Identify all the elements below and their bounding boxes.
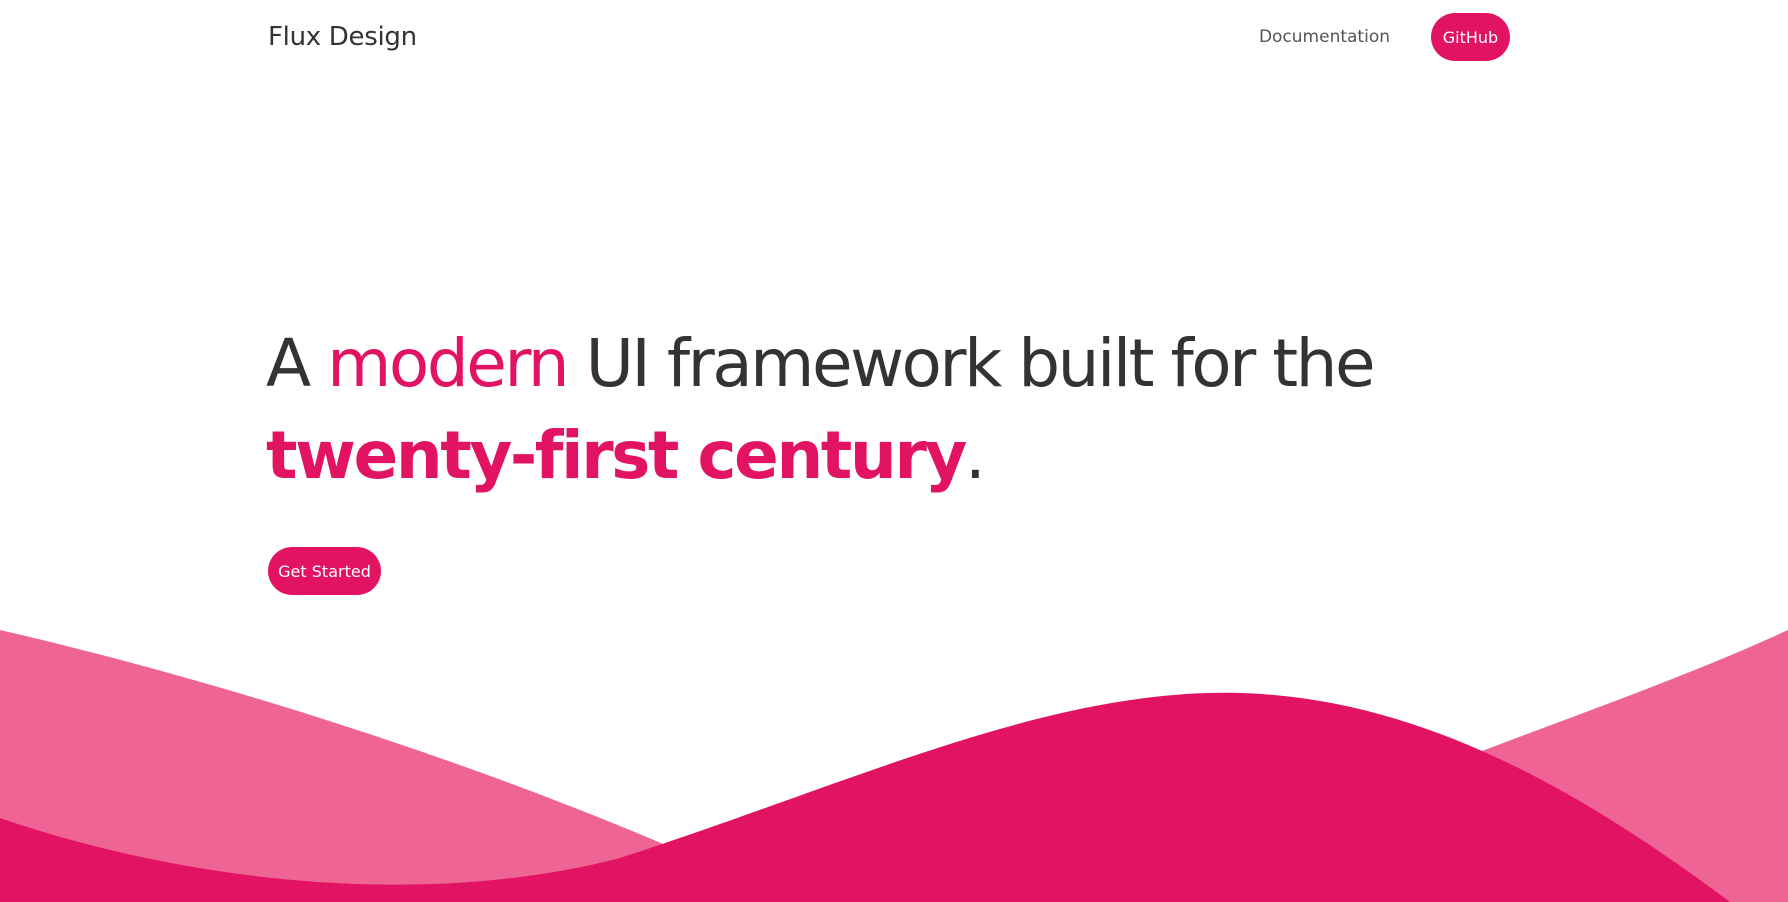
- landing-page: Flux Design Documentation GitHub A moder…: [0, 0, 1788, 902]
- wave-light-right: [1380, 630, 1788, 902]
- hero-headline: A modern UI framework built for the twent…: [266, 318, 1566, 502]
- top-navbar: Flux Design Documentation GitHub: [268, 13, 1510, 61]
- wave-dark: [0, 692, 1730, 902]
- hero-section: A modern UI framework built for the twent…: [266, 318, 1566, 502]
- github-button[interactable]: GitHub: [1431, 13, 1510, 61]
- wave-light-left: [0, 630, 700, 902]
- headline-highlight-modern: modern: [327, 325, 569, 402]
- headline-text-start: A: [266, 325, 328, 402]
- headline-text-middle: UI framework built for the: [567, 325, 1376, 402]
- get-started-button[interactable]: Get Started: [268, 547, 381, 595]
- brand-logo[interactable]: Flux Design: [268, 22, 417, 52]
- headline-highlight-century: twenty-first century: [266, 417, 967, 494]
- headline-period: .: [964, 417, 986, 494]
- nav-links: Documentation GitHub: [1259, 13, 1510, 61]
- documentation-link[interactable]: Documentation: [1259, 27, 1390, 47]
